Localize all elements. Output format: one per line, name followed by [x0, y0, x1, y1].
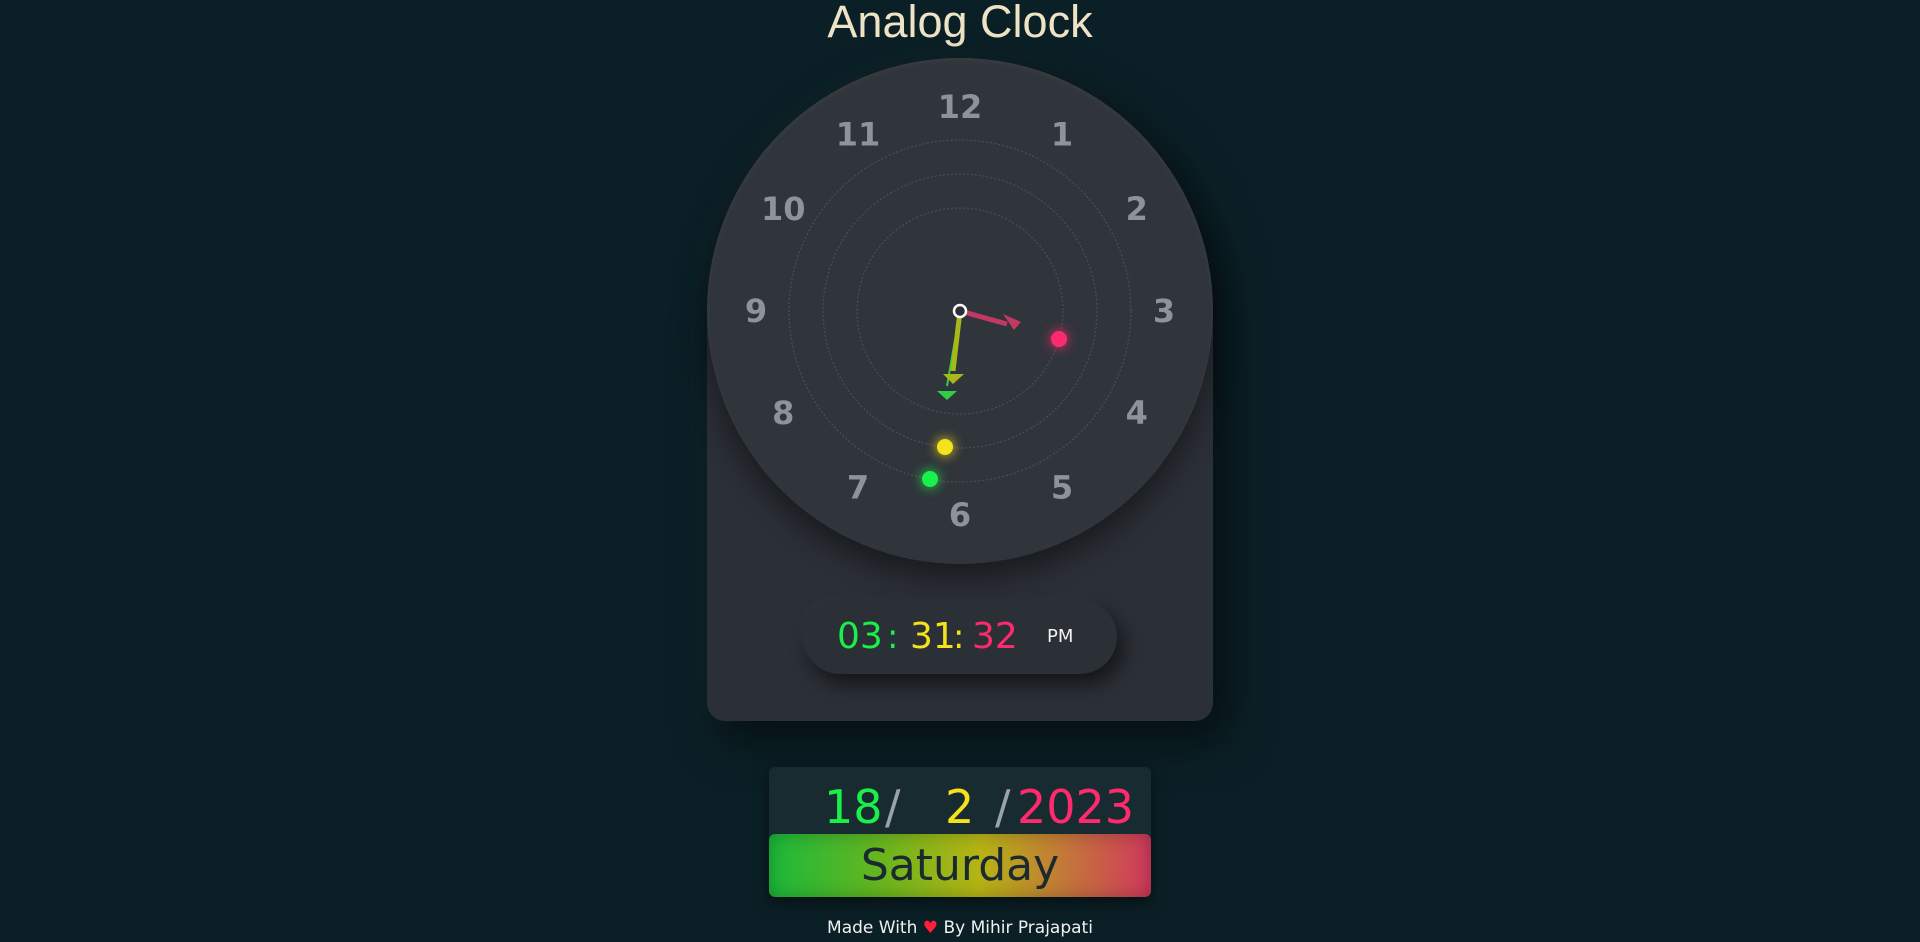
clock-numeral-3: 3: [1153, 292, 1175, 330]
page: Analog Clock 121234567891011: [0, 0, 1920, 942]
footer-prefix: Made With: [827, 918, 918, 938]
digital-hours: 03: [837, 616, 883, 657]
weekday-label: Saturday: [769, 834, 1151, 897]
date-separator: /: [995, 780, 1011, 834]
digital-ampm: PM: [1047, 626, 1074, 647]
hour-hand: [959, 308, 1021, 330]
second-indicator-dot: [922, 471, 938, 487]
date-month: 2: [945, 780, 975, 834]
hour-indicator-dot: [1051, 331, 1067, 347]
minute-hand-line: [950, 310, 963, 372]
date-row: 18 / 2 / 2023: [769, 767, 1151, 835]
center-pivot: [952, 303, 968, 319]
minute-hand-tip: [943, 374, 964, 384]
clock-numeral-2: 2: [1126, 190, 1148, 228]
clock-numeral-8: 8: [772, 394, 794, 432]
clock-numeral-1: 1: [1051, 115, 1073, 153]
date-panel: 18 / 2 / 2023 Saturday: [769, 767, 1151, 897]
clock-numeral-7: 7: [847, 469, 869, 507]
digital-separator: :: [953, 617, 965, 657]
footer: Made With ♥ By Mihir Prajapati: [0, 916, 1920, 940]
clock-numeral-10: 10: [761, 190, 806, 228]
clock-numeral-12: 12: [938, 88, 983, 126]
clock-numeral-4: 4: [1126, 394, 1148, 432]
clock-dial: 121234567891011: [745, 88, 1175, 534]
digital-minutes: 31: [910, 616, 956, 657]
clock-numeral-6: 6: [949, 496, 971, 534]
digital-seconds: 32: [972, 616, 1018, 657]
date-day: 18: [824, 780, 883, 834]
digital-clock: 03 : 31 : 32 PM: [803, 600, 1117, 674]
footer-author: By Mihir Prajapati: [943, 918, 1093, 938]
date-year: 2023: [1017, 780, 1135, 834]
minute-indicator-dot: [937, 439, 953, 455]
clock-numeral-9: 9: [745, 292, 767, 330]
page-title: Analog Clock: [827, 0, 1093, 47]
clock-numeral-5: 5: [1051, 469, 1073, 507]
hour-hand-line: [959, 308, 1008, 327]
second-hand-tip: [937, 391, 957, 400]
date-separator: /: [885, 780, 901, 834]
digital-separator: :: [887, 617, 899, 657]
heart-icon: ♥: [922, 918, 939, 938]
clock-numeral-11: 11: [836, 115, 881, 153]
minute-hand: [943, 310, 964, 384]
analog-clock-face: 12 1 2 3 4 5 6 7 8 9 10 11: [707, 58, 1213, 564]
